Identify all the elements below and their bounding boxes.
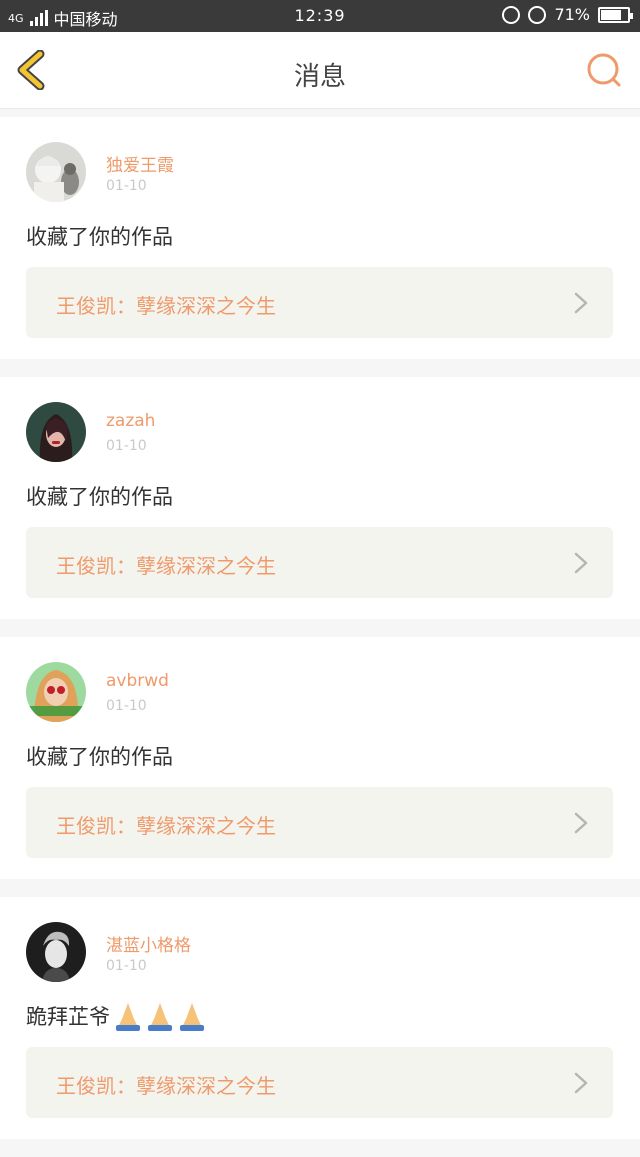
battery-icon: [598, 6, 633, 23]
search-button[interactable]: [584, 50, 624, 90]
work-link[interactable]: 王俊凯：孽缘深深之今生: [26, 1047, 613, 1118]
message-card: 湛蓝小格格 01-10 跪拜芷爷 王俊凯：孽缘深深之今生: [0, 897, 640, 1139]
status-right: 71%: [502, 5, 633, 24]
message-text: 跪拜芷爷: [26, 1001, 206, 1031]
message-date: 01-10: [106, 178, 147, 194]
work-link[interactable]: 王俊凯：孽缘深深之今生: [26, 267, 613, 338]
avatar[interactable]: [26, 142, 86, 202]
battery-percent: 71%: [554, 5, 590, 24]
avatar[interactable]: [26, 402, 86, 462]
praying-hands-icon: [148, 1003, 172, 1031]
header-bar: 消息: [0, 32, 640, 109]
work-title: 王俊凯：孽缘深深之今生: [56, 814, 276, 838]
work-title: 王俊凯：孽缘深深之今生: [56, 1074, 276, 1098]
work-link[interactable]: 王俊凯：孽缘深深之今生: [26, 527, 613, 598]
page-title: 消息: [293, 62, 346, 92]
work-title: 王俊凯：孽缘深深之今生: [56, 554, 276, 578]
chevron-right-icon: [574, 1072, 588, 1094]
avatar[interactable]: [26, 662, 86, 722]
praying-hands-icon: [116, 1003, 140, 1031]
user-name[interactable]: 独爱王霞: [106, 151, 174, 176]
message-card: zazah 01-10 收藏了你的作品 王俊凯：孽缘深深之今生: [0, 377, 640, 619]
praying-hands-icon: [180, 1003, 204, 1031]
user-name[interactable]: zazah: [106, 411, 155, 431]
rotation-lock-icon: [502, 5, 521, 24]
message-text: 收藏了你的作品: [26, 485, 173, 509]
message-date: 01-10: [106, 438, 147, 454]
user-name[interactable]: avbrwd: [106, 671, 169, 691]
message-card: avbrwd 01-10 收藏了你的作品 王俊凯：孽缘深深之今生: [0, 637, 640, 879]
message-text-content: 跪拜芷爷: [26, 1005, 110, 1029]
status-bar: 4G 中国移动 12:39 71%: [0, 0, 640, 32]
message-date: 01-10: [106, 698, 147, 714]
chevron-right-icon: [574, 292, 588, 314]
chevron-right-icon: [574, 552, 588, 574]
avatar[interactable]: [26, 922, 86, 982]
message-list: 独爱王霞 01-10 收藏了你的作品 王俊凯：孽缘深深之今生 zazah 01-…: [0, 117, 640, 1157]
work-link[interactable]: 王俊凯：孽缘深深之今生: [26, 787, 613, 858]
message-card: 独爱王霞 01-10 收藏了你的作品 王俊凯：孽缘深深之今生: [0, 117, 640, 359]
message-text: 收藏了你的作品: [26, 225, 173, 249]
user-name[interactable]: 湛蓝小格格: [106, 931, 191, 956]
alarm-icon: [528, 5, 547, 24]
chevron-right-icon: [574, 812, 588, 834]
search-icon: [587, 53, 621, 87]
message-date: 01-10: [106, 958, 147, 974]
work-title: 王俊凯：孽缘深深之今生: [56, 294, 276, 318]
message-text: 收藏了你的作品: [26, 745, 173, 769]
